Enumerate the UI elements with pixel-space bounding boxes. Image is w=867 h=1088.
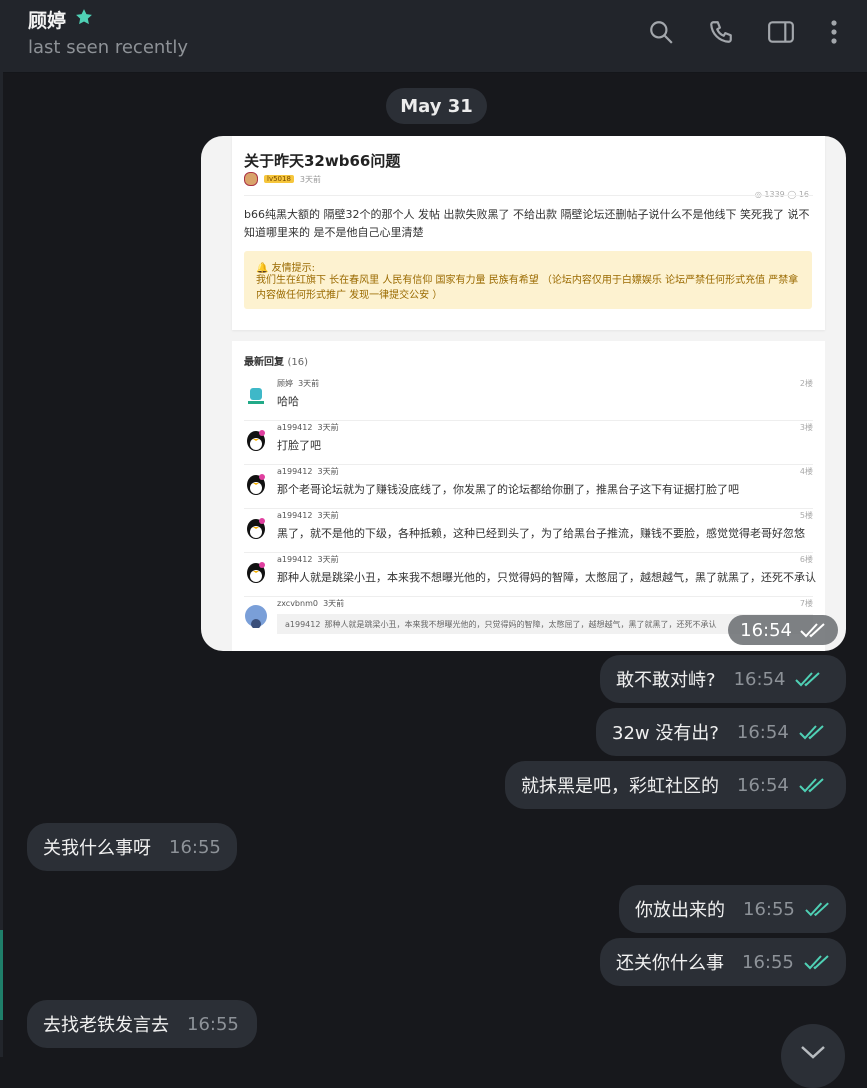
double-check-icon	[805, 902, 829, 917]
chevron-down-icon	[801, 1046, 825, 1059]
post-time: 3天前	[299, 174, 321, 184]
message-bubble-outgoing[interactable]: 你放出来的 16:55	[619, 885, 846, 933]
double-check-icon	[799, 725, 824, 740]
author-avatar	[244, 172, 258, 186]
replies-label: 最新回复	[244, 357, 284, 368]
reply-text: 黑了，就不是他的下级，各种抵赖，这种已经到头了，为了给黑台子推流，赚钱不要脸，感…	[277, 527, 805, 540]
reply-text: 那个老哥论坛就为了赚钱没底线了，你发黑了的论坛都给你删了，推黑台子这下有证据打脸…	[277, 483, 739, 496]
message-text: 关我什么事呀	[43, 838, 151, 859]
more-vertical-icon	[831, 20, 837, 44]
reply-floor: 7楼	[799, 599, 813, 608]
penguin-avatar	[247, 562, 265, 583]
double-check-icon	[800, 623, 825, 638]
message-bubble-incoming[interactable]: 关我什么事呀 16:55	[27, 823, 237, 871]
message-time: 16:54	[737, 774, 789, 796]
reply-user: a199412 3天前	[277, 423, 339, 432]
reply-user: zxcvbnm0 3天前	[277, 599, 345, 608]
message-bubble-incoming[interactable]: 去找老铁发言去 16:55	[27, 1000, 257, 1048]
double-check-icon	[799, 778, 824, 793]
avatar	[245, 605, 267, 628]
message-time: 16:54	[736, 721, 789, 743]
toggle-sidebar-button[interactable]	[766, 16, 796, 48]
level-badge: lv5018	[264, 175, 294, 183]
post-body: b66纯黑大额的 隔壁32个的那个人 发帖 出款失败黑了 不给出款 隔壁论坛还删…	[244, 208, 810, 239]
penguin-avatar	[247, 474, 265, 495]
quote-text: 那种人就是跳梁小丑，本来我不想曝光他的，只觉得妈的智障，太憋屈了，越想越气，黑了…	[324, 619, 717, 629]
replies-card: 最新回复 (16) 顾婷 3天前 2楼 哈哈 a199412 3天前 3楼 打脸…	[232, 341, 825, 651]
forum-post-card: 关于昨天32wb66问题 lv5018 3天前 ◎ 1339 ◯ 16 b66纯…	[232, 136, 825, 330]
message-text: 就抹黑是吧，彩虹社区的	[521, 776, 719, 797]
reply-user: a199412 3天前	[277, 555, 339, 564]
reply-item: 顾婷 3天前 2楼 哈哈	[244, 376, 813, 421]
replies-count: (16)	[287, 357, 309, 368]
message-text: 你放出来的	[635, 900, 725, 921]
call-button[interactable]	[706, 16, 736, 48]
reply-text: 哈哈	[277, 395, 299, 408]
quote-user: a199412	[285, 619, 321, 629]
message-bubble-outgoing[interactable]: 32w 没有出? 16:54	[596, 708, 846, 756]
notice-title: 🔔 友情提示:	[256, 263, 315, 274]
star-icon	[76, 9, 92, 25]
message-time: 16:54	[733, 668, 786, 690]
message-text: 敢不敢对峙?	[616, 670, 716, 691]
message-bubble-outgoing[interactable]: 就抹黑是吧，彩虹社区的 16:54	[505, 761, 846, 809]
reply-user: 顾婷 3天前	[277, 379, 320, 388]
more-options-button[interactable]	[819, 16, 849, 48]
message-timestamp: 16:54	[728, 615, 838, 645]
double-check-icon	[795, 672, 821, 687]
sidebar-edge	[0, 72, 3, 1057]
reply-floor: 5楼	[799, 511, 813, 520]
reply-item: a199412 3天前 3楼 打脸了吧	[244, 420, 813, 465]
sidebar-toggle-icon	[768, 21, 794, 43]
reply-text: 那种人就是跳梁小丑，本来我不想曝光他的，只觉得妈的智障，太憋屈了，越想越气，黑了…	[277, 571, 816, 584]
image-message[interactable]: 关于昨天32wb66问题 lv5018 3天前 ◎ 1339 ◯ 16 b66纯…	[201, 136, 846, 651]
date-separator: May 31	[386, 88, 487, 124]
post-meta: lv5018 3天前	[244, 172, 321, 186]
notice-text: 我们生在红旗下 长在春风里 人民有信仰 国家有力量 民族有希望 （论坛内容仅用于…	[256, 275, 799, 301]
reply-item: a199412 3天前 4楼 那个老哥论坛就为了赚钱没底线了，你发黑了的论坛都给…	[244, 464, 813, 509]
double-check-icon	[804, 955, 829, 970]
last-seen-status: last seen recently	[28, 37, 189, 58]
message-time: 16:55	[169, 836, 221, 858]
notice-box: 🔔 友情提示: 我们生在红旗下 长在春风里 人民有信仰 国家有力量 民族有希望 …	[244, 251, 812, 309]
reply-text: 打脸了吧	[277, 439, 321, 452]
avatar	[248, 388, 264, 404]
penguin-avatar	[247, 518, 265, 539]
divider	[244, 195, 813, 196]
search-button[interactable]	[646, 16, 676, 48]
search-icon	[650, 21, 673, 44]
scroll-to-bottom-button[interactable]	[781, 1024, 845, 1088]
message-time: 16:55	[187, 1013, 239, 1035]
penguin-avatar	[247, 430, 265, 451]
reply-floor: 4楼	[799, 467, 813, 476]
reply-floor: 2楼	[799, 379, 813, 388]
sidebar-edge-accent	[0, 930, 3, 1020]
message-time: 16:55	[742, 951, 794, 973]
post-title: 关于昨天32wb66问题	[244, 152, 401, 170]
message-text: 去找老铁发言去	[43, 1015, 169, 1036]
replies-heading: 最新回复 (16)	[244, 353, 308, 368]
message-text: 还关你什么事	[616, 953, 724, 974]
chat-header: 顾婷 last seen recently	[0, 0, 867, 73]
reply-user: a199412 3天前	[277, 511, 339, 520]
message-bubble-outgoing[interactable]: 还关你什么事 16:55	[600, 938, 846, 986]
reply-floor: 6楼	[799, 555, 813, 564]
phone-icon	[710, 21, 732, 43]
reply-floor: 3楼	[799, 423, 813, 432]
contact-name[interactable]: 顾婷	[28, 6, 66, 33]
message-text: 32w 没有出?	[612, 723, 719, 744]
reply-item: a199412 3天前 5楼 黑了，就不是他的下级，各种抵赖，这种已经到头了，为…	[244, 508, 813, 553]
time-label: 16:54	[740, 619, 792, 641]
reply-user: a199412 3天前	[277, 467, 339, 476]
message-time: 16:55	[743, 898, 795, 920]
message-bubble-outgoing[interactable]: 敢不敢对峙? 16:54	[600, 655, 846, 703]
reply-item: a199412 3天前 6楼 那种人就是跳梁小丑，本来我不想曝光他的，只觉得妈的…	[244, 552, 816, 597]
